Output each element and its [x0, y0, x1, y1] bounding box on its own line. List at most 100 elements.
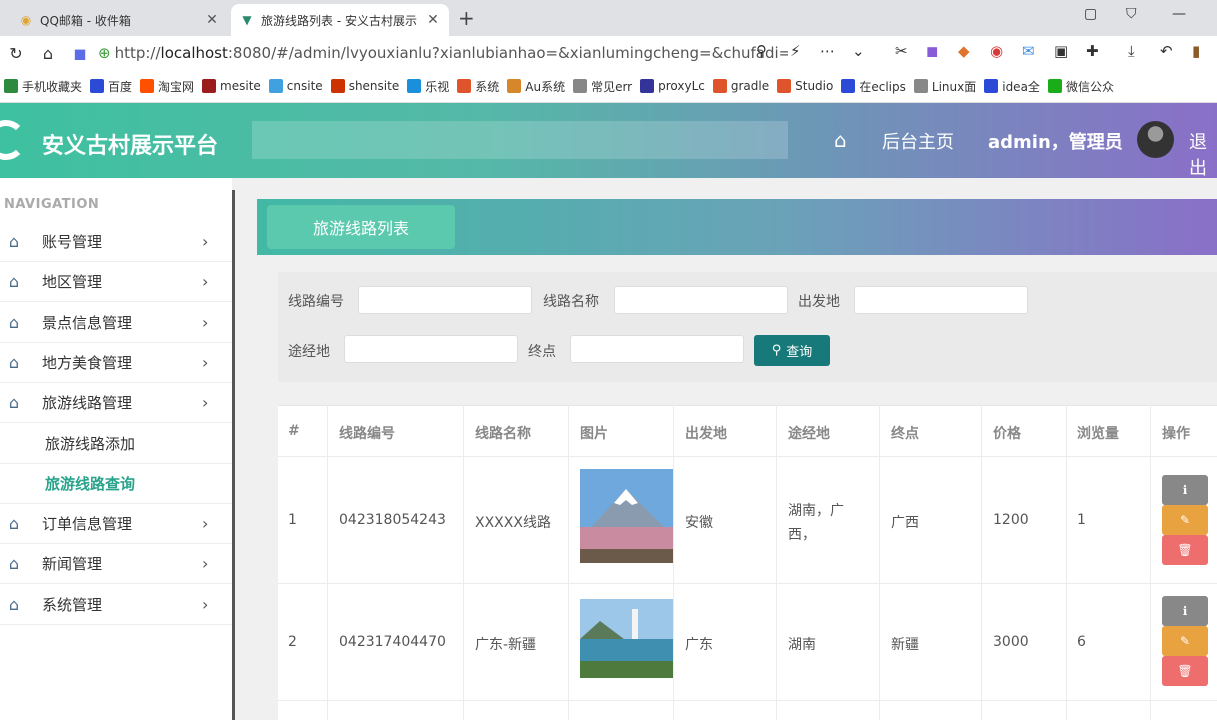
- bookmark-item[interactable]: gradle: [712, 79, 769, 93]
- bookmark-item[interactable]: Linux面: [913, 78, 976, 95]
- bookmark-item[interactable]: Studio: [777, 79, 833, 93]
- home-icon: ⌂: [8, 353, 20, 372]
- bookmark-icon: [268, 79, 283, 93]
- bookmark-label: Studio: [795, 79, 834, 93]
- home-icon[interactable]: ⌂: [834, 128, 847, 152]
- sidebar-item-label: 景点信息管理: [42, 314, 133, 332]
- bookmark-item[interactable]: 手机收藏夹: [4, 78, 82, 95]
- bookmark-label: mesite: [220, 79, 261, 93]
- header-search-box[interactable]: [252, 121, 788, 159]
- column-header-route-no: 线路编号: [339, 426, 395, 442]
- sidebar-item-order[interactable]: ⌂ 订单信息管理 ›: [0, 504, 232, 544]
- sidebar-item-label: 地区管理: [42, 273, 103, 291]
- ai-icon[interactable]: ◼: [70, 44, 90, 63]
- sidebar-item-label: 账号管理: [42, 233, 103, 251]
- sidebar-item-news[interactable]: ⌂ 新闻管理 ›: [0, 544, 232, 584]
- secure-icon: ⊕: [98, 44, 111, 62]
- bookmark-item[interactable]: shensite: [330, 79, 400, 93]
- detail-button[interactable]: ℹ: [1162, 596, 1208, 626]
- avatar[interactable]: [1137, 121, 1174, 158]
- extension-fox-icon[interactable]: ◆: [958, 42, 970, 60]
- home-link[interactable]: 后台主页: [882, 128, 954, 154]
- route-image-mountain[interactable]: [580, 469, 673, 563]
- puzzle-icon[interactable]: ✚: [1086, 42, 1099, 60]
- cell-via-line1: 湖南: [788, 637, 816, 653]
- translate-icon[interactable]: ◼: [926, 42, 938, 60]
- capture-icon[interactable]: ▣: [1054, 42, 1068, 60]
- sidebar-subitem-route-add[interactable]: 旅游线路添加: [0, 424, 232, 464]
- column-header-destination: 终点: [891, 426, 919, 442]
- via-label: 途经地: [288, 344, 330, 360]
- bookmark-label: 手机收藏夹: [22, 79, 83, 94]
- bookmark-item[interactable]: Au系统: [507, 78, 565, 95]
- bookmark-item[interactable]: cnsite: [268, 79, 323, 93]
- close-icon[interactable]: ✕: [204, 12, 220, 28]
- sidebar-item-region[interactable]: ⌂ 地区管理 ›: [0, 262, 232, 302]
- sidebar-item-account[interactable]: ⌂ 账号管理 ›: [0, 222, 232, 262]
- bookmark-item[interactable]: 常见err: [573, 78, 632, 95]
- download-icon[interactable]: ⤓: [1128, 42, 1135, 60]
- origin-label: 出发地: [798, 294, 840, 310]
- cell-destination: 新疆: [891, 637, 919, 653]
- more-icon[interactable]: ⋯: [820, 42, 835, 60]
- browser-tab-route-list[interactable]: ▼ 旅游线路列表 - 安义古村展示 ✕: [231, 4, 449, 36]
- bookmark-icon: [140, 79, 155, 93]
- bookmark-icon: [507, 79, 522, 93]
- close-icon[interactable]: ✕: [425, 12, 441, 28]
- bookmark-icon: [407, 79, 422, 93]
- delete-button[interactable]: 🗑: [1162, 535, 1208, 565]
- bookmark-item[interactable]: 百度: [90, 78, 132, 95]
- chevron-right-icon: ›: [202, 393, 209, 412]
- delete-button[interactable]: 🗑: [1162, 656, 1208, 686]
- bookmark-item[interactable]: mesite: [202, 79, 261, 93]
- url-field[interactable]: ⊕ http://localhost:8080/#/admin/lvyouxia…: [98, 40, 788, 66]
- edit-button[interactable]: ✎: [1162, 626, 1208, 656]
- chevron-down-icon[interactable]: ⌄: [852, 42, 865, 60]
- origin-input[interactable]: [854, 286, 1028, 314]
- sidebar-item-food[interactable]: ⌂ 地方美食管理 ›: [0, 343, 232, 383]
- bookmark-item[interactable]: 微信公众: [1047, 78, 1114, 95]
- zoom-icon[interactable]: ⚲: [756, 42, 767, 60]
- shirt-icon[interactable]: ⛉: [1126, 6, 1137, 22]
- route-name-input[interactable]: [614, 286, 788, 314]
- sidebar-item-route[interactable]: ⌂ 旅游线路管理 ›: [0, 383, 232, 423]
- bag-icon[interactable]: ▮: [1192, 42, 1200, 60]
- column-header-price: 价格: [993, 426, 1021, 442]
- tab-counter-icon[interactable]: ▢: [1084, 6, 1097, 22]
- column-divider: [673, 405, 674, 720]
- destination-input[interactable]: [570, 335, 744, 363]
- sidebar-subitem-route-query[interactable]: 旅游线路查询: [0, 464, 232, 504]
- mail-icon[interactable]: ✉: [1022, 42, 1035, 60]
- bookmark-item[interactable]: idea全: [984, 78, 1040, 95]
- column-divider: [327, 405, 328, 720]
- refresh-icon[interactable]: ↻: [6, 44, 26, 63]
- undo-icon[interactable]: ↶: [1160, 42, 1173, 60]
- bookmark-item[interactable]: proxyLc: [640, 79, 705, 93]
- edit-button[interactable]: ✎: [1162, 505, 1208, 535]
- weibo-icon[interactable]: ◉: [990, 42, 1003, 60]
- logout-link[interactable]: 退出: [1189, 128, 1217, 180]
- bookmark-icon: [984, 79, 999, 93]
- bookmark-item[interactable]: 乐视: [407, 78, 449, 95]
- route-no-input[interactable]: [358, 286, 532, 314]
- bookmark-label: shensite: [348, 79, 400, 93]
- new-tab-icon[interactable]: +: [458, 6, 475, 30]
- bolt-icon[interactable]: ⚡: [790, 42, 801, 60]
- browser-tab-qqmail[interactable]: ◉ QQ邮箱 - 收件箱 ✕: [10, 4, 228, 36]
- bookmark-item[interactable]: 系统: [457, 78, 499, 95]
- bookmark-item[interactable]: 淘宝网: [140, 78, 194, 95]
- detail-button[interactable]: ℹ: [1162, 475, 1208, 505]
- sidebar-item-label: 订单信息管理: [42, 515, 133, 533]
- cell-via-line2: 西，: [788, 527, 816, 543]
- sidebar-item-attraction[interactable]: ⌂ 景点信息管理 ›: [0, 303, 232, 343]
- scissors-icon[interactable]: ✂: [895, 42, 908, 60]
- bookmark-icon: [202, 79, 217, 93]
- sidebar-item-system[interactable]: ⌂ 系统管理 ›: [0, 585, 232, 625]
- via-input[interactable]: [344, 335, 518, 363]
- search-button[interactable]: ⚲ 查询: [754, 335, 830, 366]
- home-icon[interactable]: ⌂: [38, 44, 58, 63]
- bookmark-item[interactable]: 在eclips: [841, 78, 906, 95]
- route-image-coast[interactable]: [580, 599, 673, 678]
- trash-icon: 🗑: [1177, 664, 1193, 678]
- minimize-icon[interactable]: —: [1172, 6, 1186, 22]
